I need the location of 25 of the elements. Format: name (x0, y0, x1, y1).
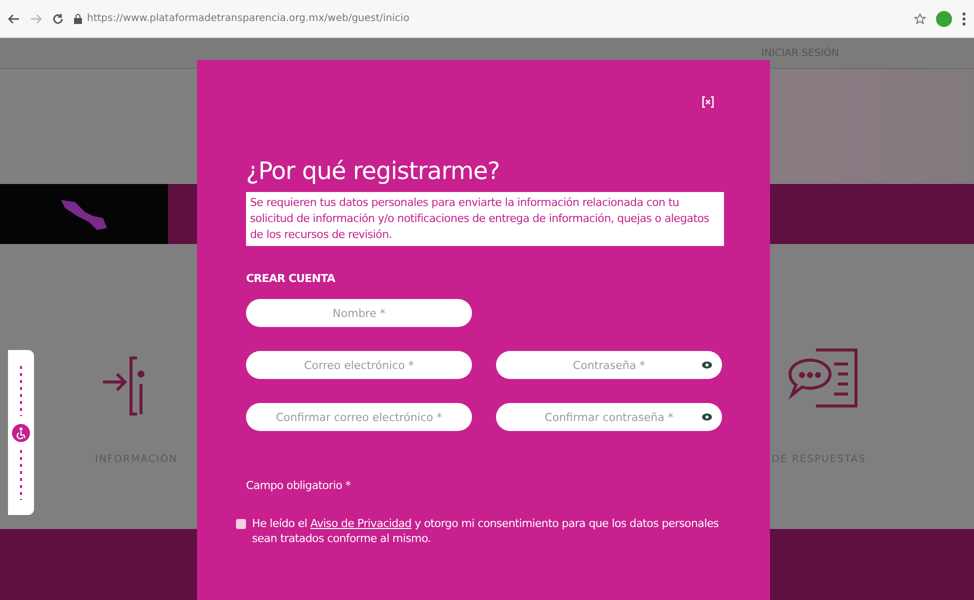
address-bar[interactable]: https://www.plataformadetransparencia.org.mx/web/guest/inicio (74, 6, 904, 32)
input-field[interactable]: Contraseña * (496, 351, 722, 379)
section-heading: CREAR CUENTA (246, 272, 336, 285)
accessibility-widget[interactable] (8, 350, 34, 515)
accessibility-icon[interactable] (12, 424, 30, 442)
eye-icon[interactable] (702, 413, 712, 421)
input-field[interactable]: Confirmar correo electrónico * (246, 403, 472, 431)
input-field[interactable]: Nombre * (246, 299, 472, 327)
consent-checkbox[interactable] (236, 519, 246, 529)
input-field[interactable]: Correo electrónico * (246, 351, 472, 379)
url-text: https://www.plataformadetransparencia.org.mx/web/guest/inicio (87, 13, 410, 24)
close-icon[interactable] (702, 96, 714, 108)
description-text: Se requieren tus datos personales para enviarte la información relacionada con tu solicitud de información y/o notificaciones de entrega de información, quejas o alegatos de los recursos de revisión. (246, 192, 724, 246)
modal-title: ¿Por qué registrarme? (246, 156, 501, 186)
required-note: Campo obligatorio * (246, 479, 352, 492)
privacy-link[interactable]: Aviso de Privacidad (310, 517, 412, 530)
star-icon[interactable] (914, 12, 926, 24)
lock-icon (74, 14, 82, 24)
input-field[interactable]: Confirmar contraseña * (496, 403, 722, 431)
reload-icon[interactable] (52, 12, 64, 24)
menu-icon[interactable] (962, 12, 966, 26)
back-icon[interactable] (8, 14, 20, 24)
eye-icon[interactable] (702, 361, 712, 369)
extension-icon[interactable] (936, 10, 952, 26)
consent-text: He leído el Aviso de Privacidad y otorgo mi consentimiento para que los datos personales sean tratados conforme al mismo. (252, 516, 720, 546)
